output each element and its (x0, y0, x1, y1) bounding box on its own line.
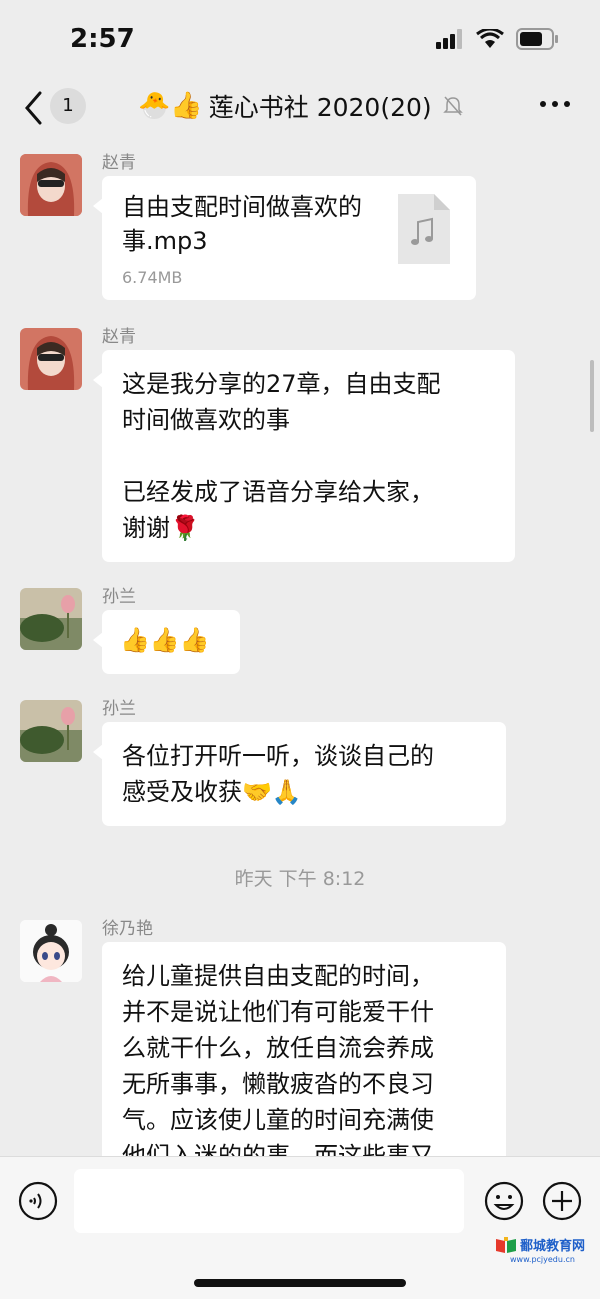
more-options-icon[interactable] (538, 94, 572, 114)
message-line: 👍👍👍 (120, 626, 210, 654)
chat-timestamp: 昨天 下午 8:12 (234, 868, 366, 890)
file-name: 自由支配时间做喜欢的事.mp3 (122, 193, 362, 255)
unread-count-badge[interactable]: 1 (50, 88, 86, 124)
message-line: 谢谢🌹 (122, 514, 200, 542)
scrollbar[interactable] (590, 360, 594, 432)
group-name: 莲心书社 2020(20) (208, 93, 432, 122)
watermark-text: 鄱城教育网 (520, 1239, 586, 1254)
emoji-icon[interactable] (484, 1181, 524, 1221)
message-line: 这是我分享的27章，自由支配 (122, 370, 441, 398)
status-time: 2:57 (70, 24, 135, 54)
avatar-girl-hood-icon (20, 154, 82, 216)
watermark: 鄱城教育网 (495, 1235, 585, 1254)
title-emoji: 🐣👍 (138, 91, 203, 121)
message-input-bar: 鄱城教育网 www.pcjyedu.cn (0, 1156, 600, 1299)
avatar-cartoon-girl-icon (20, 920, 82, 982)
file-message-card[interactable]: 自由支配时间做喜欢的事.mp3 6.74MB (93, 176, 476, 300)
wifi-icon (476, 29, 504, 48)
text-message-bubble[interactable]: 👍👍👍 (93, 610, 240, 674)
watermark-book-icon (496, 1236, 516, 1253)
text-message-bubble[interactable]: 这是我分享的27章，自由支配 时间做喜欢的事 已经发成了语音分享给大家， 谢谢🌹 (93, 350, 515, 562)
file-size: 6.74MB (122, 268, 183, 287)
music-file-icon (398, 194, 450, 264)
sender-name: 孙兰 (102, 587, 136, 607)
message-line: 么就干什么，放任自流会养成 (122, 1034, 434, 1062)
watermark-url: www.pcjyedu.cn (510, 1255, 575, 1264)
avatar[interactable] (20, 328, 82, 390)
avatar[interactable] (20, 920, 82, 982)
status-bar: 2:57 (0, 0, 600, 80)
message-input[interactable] (74, 1169, 464, 1233)
sender-name: 孙兰 (102, 699, 136, 719)
text-message-bubble[interactable]: 各位打开听一听，谈谈自己的 感受及收获🤝🙏 (93, 722, 506, 826)
message-line: 气。应该使儿童的时间充满使 (122, 1106, 434, 1134)
avatar[interactable] (20, 588, 82, 650)
avatar[interactable] (20, 154, 82, 216)
battery-icon (516, 28, 558, 50)
sender-name: 徐乃艳 (102, 919, 153, 939)
mute-bell-icon (442, 96, 463, 116)
text-message-bubble[interactable]: 给儿童提供自由支配的时间， 并不是说让他们有可能爱干什 么就干什么，放任自流会养… (102, 942, 506, 1184)
add-icon[interactable] (542, 1181, 582, 1221)
voice-input-icon[interactable] (18, 1181, 58, 1221)
signal-icon (436, 29, 462, 49)
back-arrow-icon[interactable] (22, 90, 44, 126)
message-line: 并不是说让他们有可能爱干什 (122, 998, 434, 1026)
message-line: 感受及收获🤝🙏 (122, 778, 302, 806)
avatar-lotus-icon (20, 700, 82, 762)
message-line-blank (122, 438, 495, 474)
avatar-lotus-icon (20, 588, 82, 650)
chat-header: 1 🐣👍 莲心书社 2020(20) (0, 80, 600, 140)
sender-name: 赵青 (102, 327, 136, 347)
avatar[interactable] (20, 700, 82, 762)
message-line: 各位打开听一听，谈谈自己的 (122, 742, 434, 770)
message-line: 时间做喜欢的事 (122, 406, 290, 434)
message-line: 无所事事，懒散疲沓的不良习 (122, 1070, 434, 1098)
message-line: 给儿童提供自由支配的时间， (122, 962, 434, 990)
sender-name: 赵青 (102, 153, 136, 173)
message-line: 已经发成了语音分享给大家， (122, 478, 434, 506)
avatar-girl-hood-icon (20, 328, 82, 390)
home-indicator[interactable] (194, 1279, 406, 1287)
chat-title[interactable]: 🐣👍 莲心书社 2020(20) (138, 86, 464, 126)
status-icons (436, 28, 560, 50)
